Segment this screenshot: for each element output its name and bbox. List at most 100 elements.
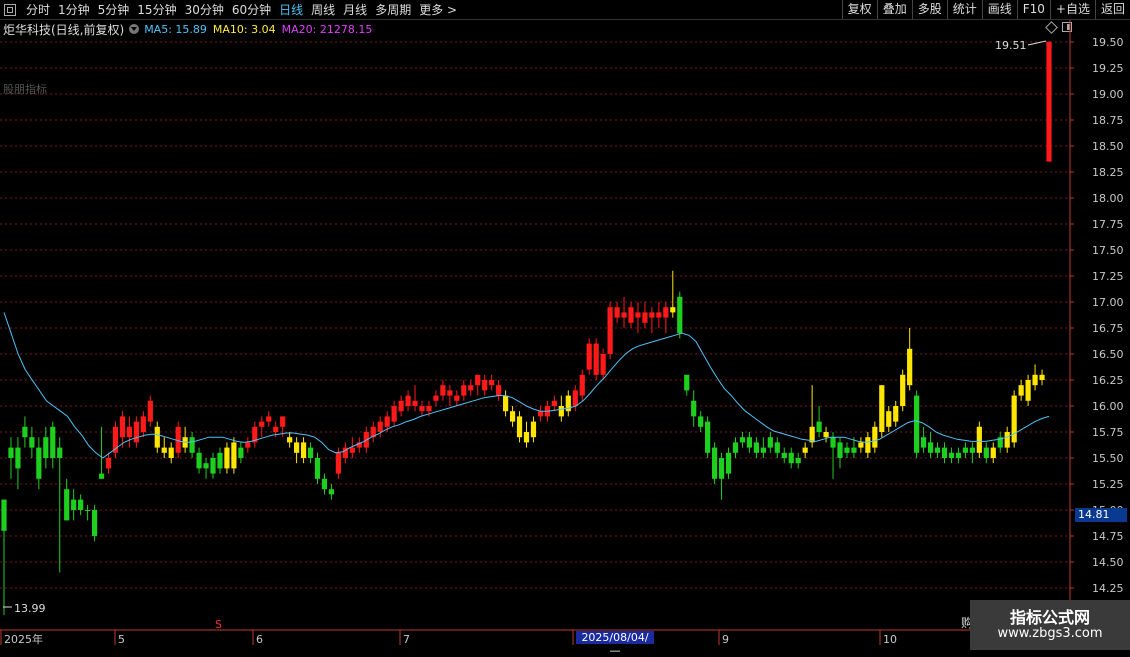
price-tick-label: 18.25 (1092, 166, 1124, 179)
candle-body (64, 489, 70, 521)
candle-body (98, 473, 105, 479)
candle-body (865, 437, 871, 453)
candle-body (1011, 395, 1017, 443)
date-tick-label: 5 (118, 633, 125, 646)
candle-body (405, 395, 411, 406)
candle-body (238, 447, 244, 458)
indicator-label: 股朋指标 (3, 83, 47, 96)
price-tick-label: 17.00 (1092, 296, 1124, 309)
candle-body (147, 400, 153, 422)
candle-body (140, 416, 146, 432)
candle-body (816, 421, 822, 432)
candle-body (300, 442, 307, 458)
candle-body (537, 411, 544, 417)
high-price-label: 19.51 (995, 39, 1027, 52)
candle-body (419, 406, 425, 412)
price-tick-label: 15.50 (1092, 452, 1124, 465)
price-tick-label: 18.75 (1092, 114, 1124, 127)
candle-body (962, 447, 968, 453)
candle-body (503, 395, 509, 412)
candle-body (983, 447, 989, 458)
candle-body (349, 447, 355, 453)
candle-body (823, 432, 829, 438)
price-tick-label: 14.25 (1092, 582, 1124, 595)
candle-body (91, 510, 98, 536)
candle-body (872, 426, 878, 448)
candle-body (530, 421, 537, 438)
candle-body (781, 452, 787, 458)
price-tick-label: 16.00 (1092, 400, 1124, 413)
candle-body (976, 426, 982, 453)
candle-body (718, 458, 725, 479)
candle-body (907, 348, 913, 386)
candle-body (71, 499, 77, 510)
candle-body (440, 385, 446, 396)
candle-body (732, 442, 739, 453)
candle-body (133, 421, 139, 443)
price-tick-label: 15.75 (1092, 426, 1124, 439)
candle-body (307, 447, 314, 458)
candle-body (461, 385, 467, 396)
candle-body (725, 452, 732, 474)
candle-body (509, 411, 516, 422)
cursor-date-tag: 2025/08/04/— (576, 631, 654, 657)
candle-body (468, 385, 474, 391)
candle-body (698, 416, 704, 427)
candle-body (412, 400, 418, 406)
candle-body (273, 426, 279, 432)
candle-body (760, 447, 766, 453)
candle-body (621, 312, 627, 318)
candle-body (78, 499, 84, 510)
candle-body (705, 421, 711, 453)
candle-body (886, 411, 892, 427)
candle-body (15, 447, 21, 469)
candle-body (266, 416, 272, 422)
candle-body (802, 447, 808, 453)
candle-body (1039, 374, 1045, 380)
candle-body (600, 354, 606, 375)
price-tick-label: 19.00 (1092, 88, 1124, 101)
candle-body (203, 463, 209, 469)
date-tick-label: 2025年 (4, 632, 43, 646)
candle-body (189, 437, 195, 453)
candle-body (1, 499, 7, 531)
candle-body (572, 390, 578, 406)
candle-body (739, 437, 746, 443)
candle-body (29, 437, 35, 448)
watermark: 指标公式网 www.zbgs3.com (970, 600, 1130, 650)
candle-body (649, 312, 655, 318)
candle-body (475, 374, 481, 386)
candle-body (105, 458, 112, 469)
candle-body (955, 452, 962, 458)
price-tick-label: 16.75 (1092, 322, 1124, 335)
candle-body (314, 458, 321, 479)
candle-body (482, 380, 488, 391)
candle-body (914, 395, 920, 453)
kline-chart[interactable]: 19.50 19.25 19.00 18.75 18.50 18.25 18.00 17.75… (0, 0, 1130, 650)
date-tick-label: 7 (403, 633, 410, 646)
candle-body (948, 452, 955, 458)
candle-body (36, 447, 42, 479)
price-tick-label: 18.00 (1092, 192, 1124, 205)
candle-body (927, 442, 934, 453)
candle-body (377, 421, 383, 432)
candle-body (335, 452, 341, 474)
candle-body (516, 416, 523, 438)
candle-body (384, 416, 390, 427)
price-tick-label: 17.50 (1092, 244, 1124, 257)
candle-body (635, 312, 641, 318)
watermark-title: 指标公式网 (1009, 608, 1090, 627)
current-price-tag: 14.81 (1075, 508, 1127, 522)
candle-body (558, 406, 564, 417)
candle-body (217, 452, 223, 469)
candle-body (196, 452, 202, 469)
candle-body (844, 447, 850, 453)
price-tick-label: 16.50 (1092, 348, 1124, 361)
candle-body (837, 442, 843, 458)
candle-body (426, 406, 432, 412)
price-tick-label: 14.50 (1092, 556, 1124, 569)
price-tick-label: 17.25 (1092, 270, 1124, 283)
price-tick-label: 15.25 (1092, 478, 1124, 491)
candle-body (224, 447, 230, 469)
low-price-label: 13.99 (14, 602, 46, 615)
